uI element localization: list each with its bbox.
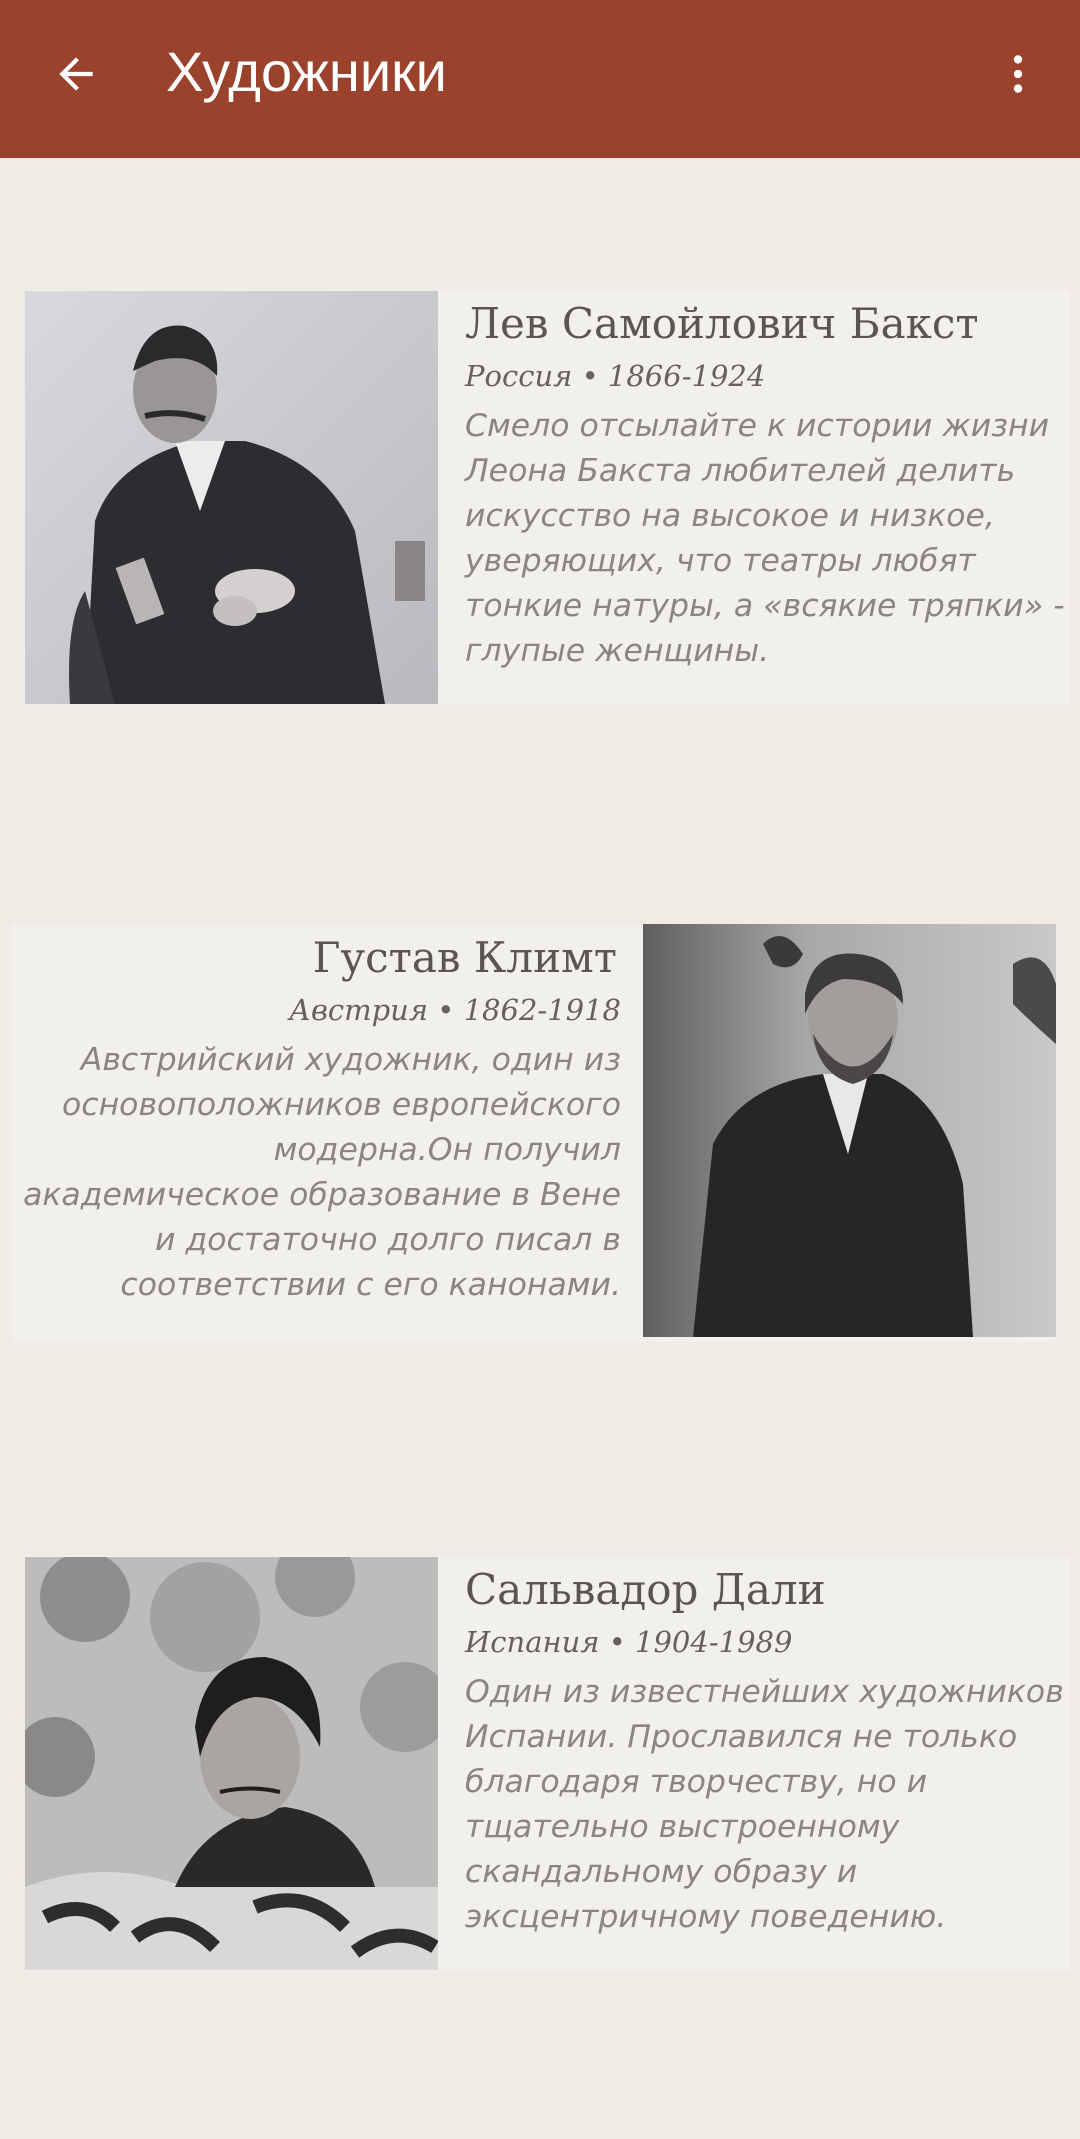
artist-years: 1904-1989 — [635, 1625, 793, 1659]
artist-meta: Австрия • 1862-1918 — [23, 990, 621, 1030]
artist-years: 1862-1918 — [463, 993, 621, 1027]
page-title: Художники — [166, 40, 447, 103]
artist-name: Густав Климт — [312, 933, 617, 982]
back-button[interactable] — [36, 34, 116, 114]
artist-photo — [643, 924, 1056, 1337]
arrow-left-icon — [59, 57, 93, 91]
artist-name: Лев Самойлович Бакст — [465, 299, 979, 348]
artist-description: Австрийский художник, один из основополо… — [23, 1042, 621, 1303]
meta-separator: • — [608, 1625, 626, 1659]
artist-meta: Испания • 1904-1989 — [465, 1622, 1065, 1662]
artist-country: Россия — [465, 359, 573, 393]
artist-meta: Россия • 1866-1924 — [465, 356, 1065, 396]
overflow-menu-button[interactable] — [978, 34, 1058, 114]
artist-years: 1866-1924 — [607, 359, 766, 393]
meta-separator: • — [581, 359, 599, 393]
artist-card-klimt[interactable]: Густав Климт Австрия • 1862-1918 Австрий… — [11, 924, 1056, 1342]
meta-separator: • — [437, 993, 455, 1027]
app-bar: Художники — [0, 0, 1080, 158]
artist-card-bakst[interactable]: Лев Самойлович Бакст Россия • 1866-1924 … — [25, 290, 1070, 705]
artist-photo — [25, 1557, 438, 1970]
artist-description: Один из известнейших художников Испании.… — [465, 1674, 1064, 1935]
artist-country: Австрия — [289, 993, 429, 1027]
artist-card-dali[interactable]: Сальвадор Дали Испания • 1904-1989 Один … — [25, 1556, 1070, 1971]
more-vert-icon — [1013, 55, 1023, 93]
artist-description: Смело отсылайте к истории жизни Леона Ба… — [465, 408, 1065, 669]
artist-name: Сальвадор Дали — [465, 1565, 826, 1614]
artist-country: Испания — [465, 1625, 600, 1659]
artist-photo — [25, 291, 438, 704]
